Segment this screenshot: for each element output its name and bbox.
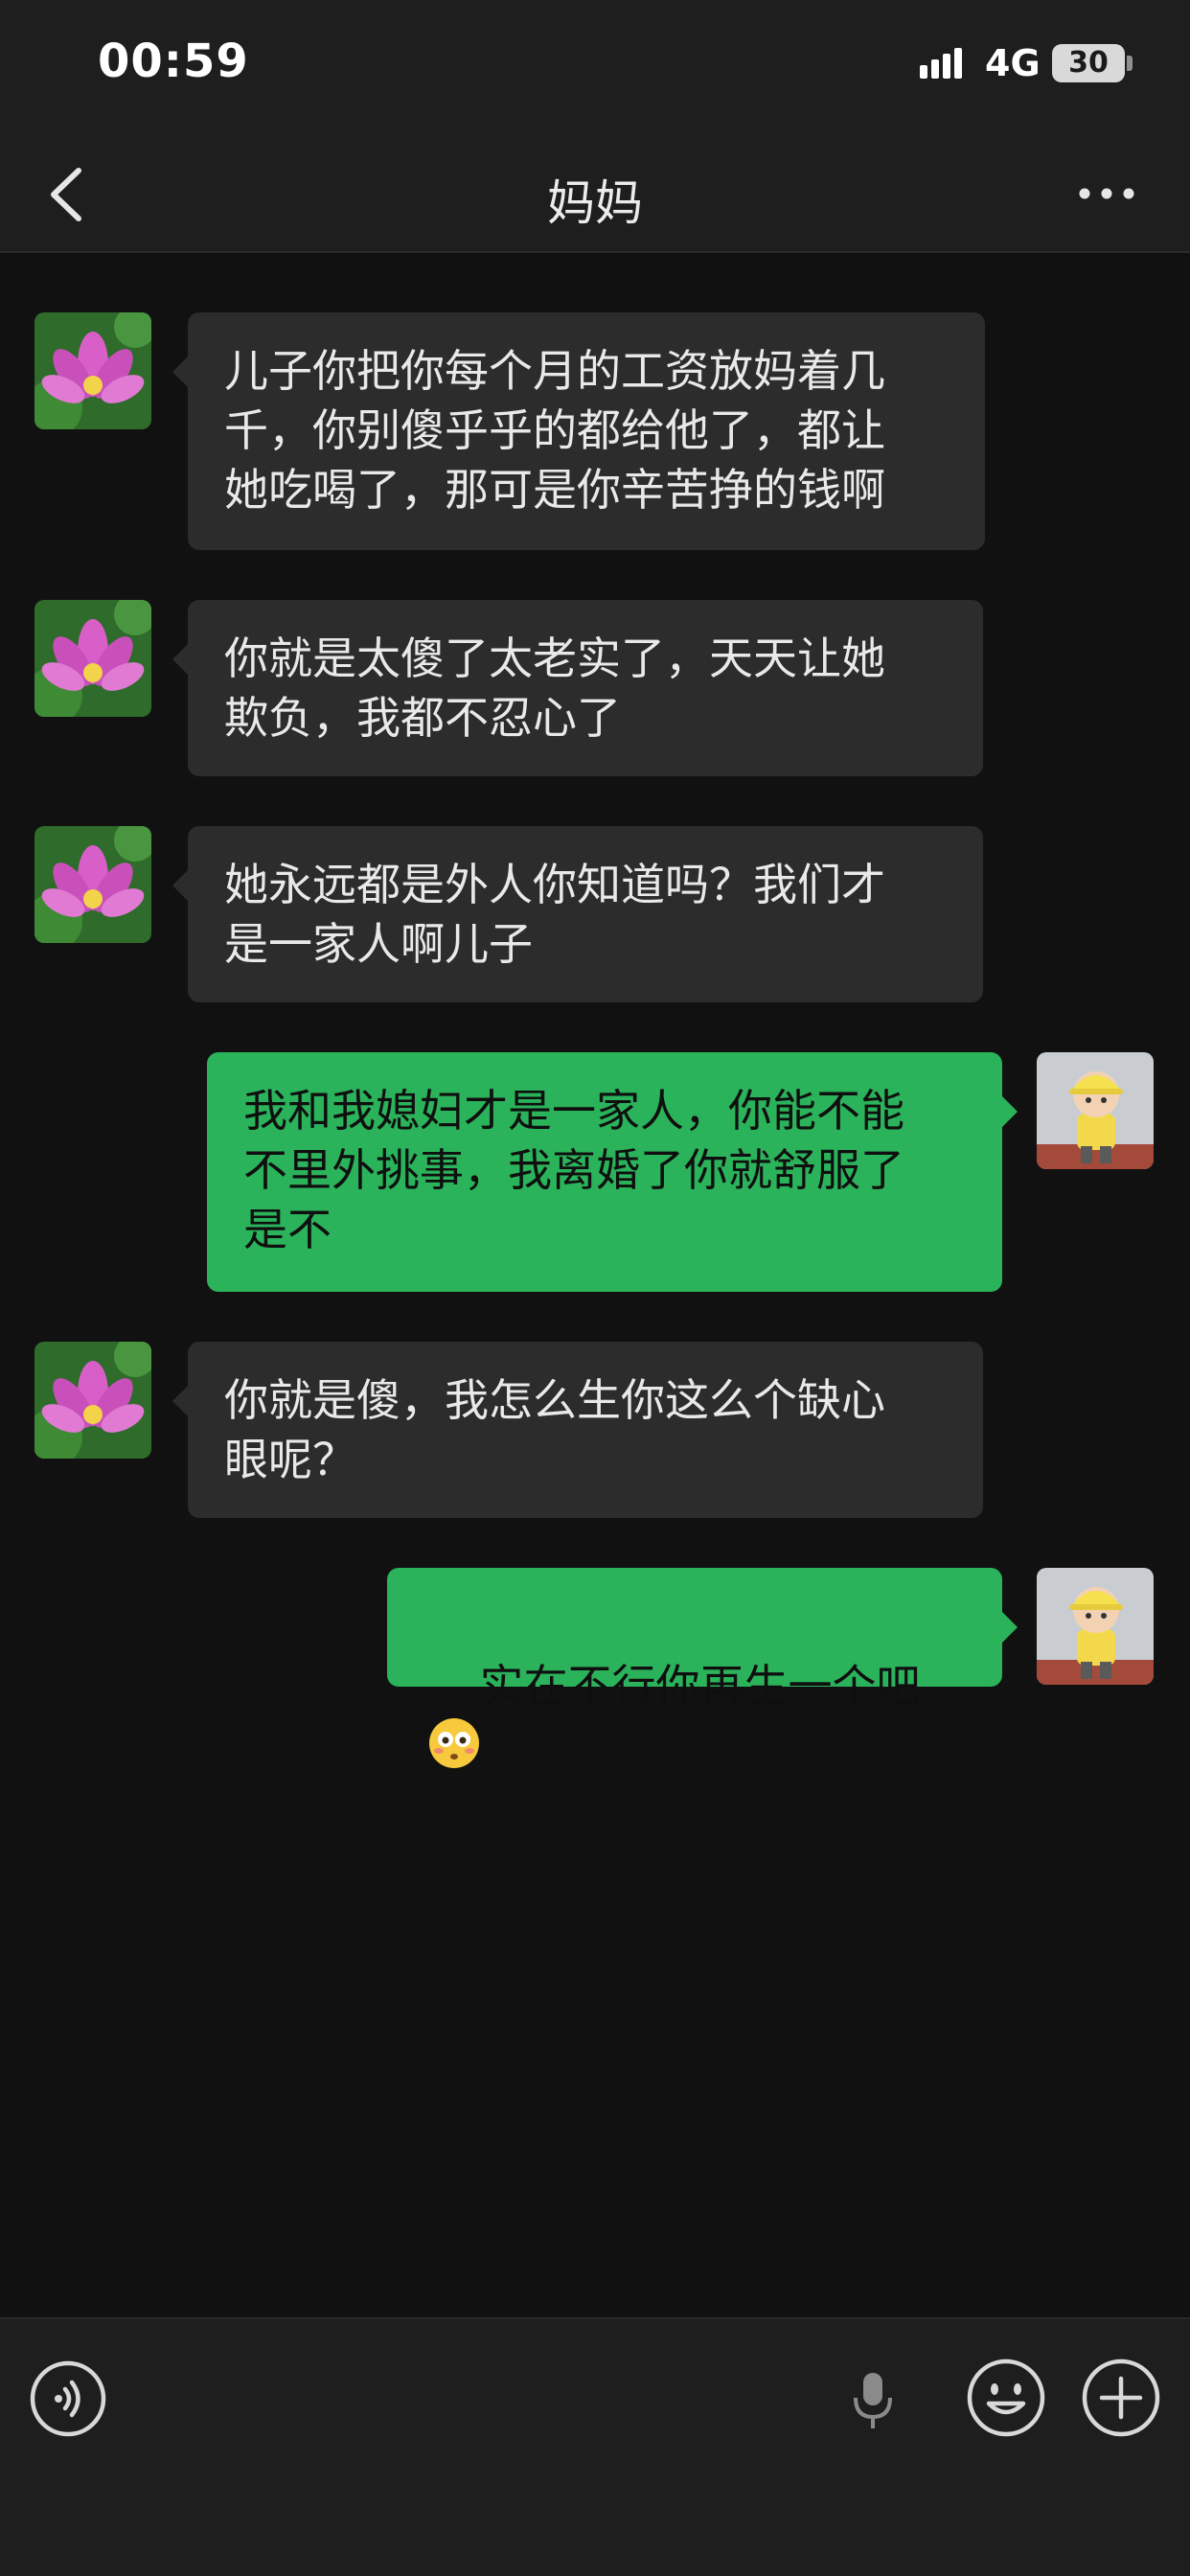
chat-title: 妈妈 [547,175,643,231]
bubble-tail [172,1386,188,1416]
message-text: 实在不行你再生一个吧 [479,1660,921,1712]
message-bubble-incoming[interactable]: 儿子你把你每个月的工资放妈着几 千，你别傻乎乎的都给他了，都让 她吃喝了，那可是… [188,312,985,550]
message-bubble-incoming[interactable]: 你就是傻，我怎么生你这么个缺心 眼呢？ [188,1342,983,1518]
bubble-tail [172,870,188,901]
network-type: 4G [985,42,1041,84]
voice-input-icon[interactable] [29,2359,107,2438]
mom-avatar[interactable] [34,1342,151,1459]
chat-screen: 00:59 4G 30 妈妈 儿子你把你每个月的工资放妈着几 千，你别傻乎乎的都… [0,0,1190,2576]
nav-bar: 妈妈 [0,134,1190,253]
battery-cap [1127,56,1133,71]
flushed-face-emoji-icon [429,1718,479,1768]
battery-icon: 30 [1052,44,1125,82]
more-options-icon[interactable] [1073,172,1140,215]
my-avatar[interactable] [1037,1568,1154,1685]
input-toolbar [0,2317,1190,2576]
mom-avatar[interactable] [34,312,151,429]
message-bubble-incoming[interactable]: 她永远都是外人你知道吗？我们才 是一家人啊儿子 [188,826,983,1002]
signal-icon [920,48,962,79]
message-bubble-outgoing[interactable]: 我和我媳妇才是一家人，你能不能 不里外挑事，我离婚了你就舒服了 是不 [207,1052,1002,1292]
bubble-tail [172,644,188,675]
message-bubble-outgoing[interactable]: 实在不行你再生一个吧 [387,1568,1002,1768]
my-avatar[interactable] [1037,1052,1154,1169]
mom-avatar[interactable] [34,826,151,943]
bubble-tail [172,356,188,387]
status-time: 00:59 [98,34,249,88]
bubble-tail [1002,1096,1018,1127]
status-bar: 00:59 4G 30 [0,0,1190,134]
microphone-icon[interactable] [849,2369,897,2432]
message-bubble-incoming[interactable]: 你就是太傻了太老实了，天天让她 欺负，我都不忍心了 [188,600,983,776]
emoji-button-icon[interactable] [966,2358,1046,2438]
bubble-tail [1002,1612,1018,1643]
add-button-icon[interactable] [1081,2358,1161,2438]
mom-avatar[interactable] [34,600,151,717]
battery-level: 30 [1068,46,1109,80]
